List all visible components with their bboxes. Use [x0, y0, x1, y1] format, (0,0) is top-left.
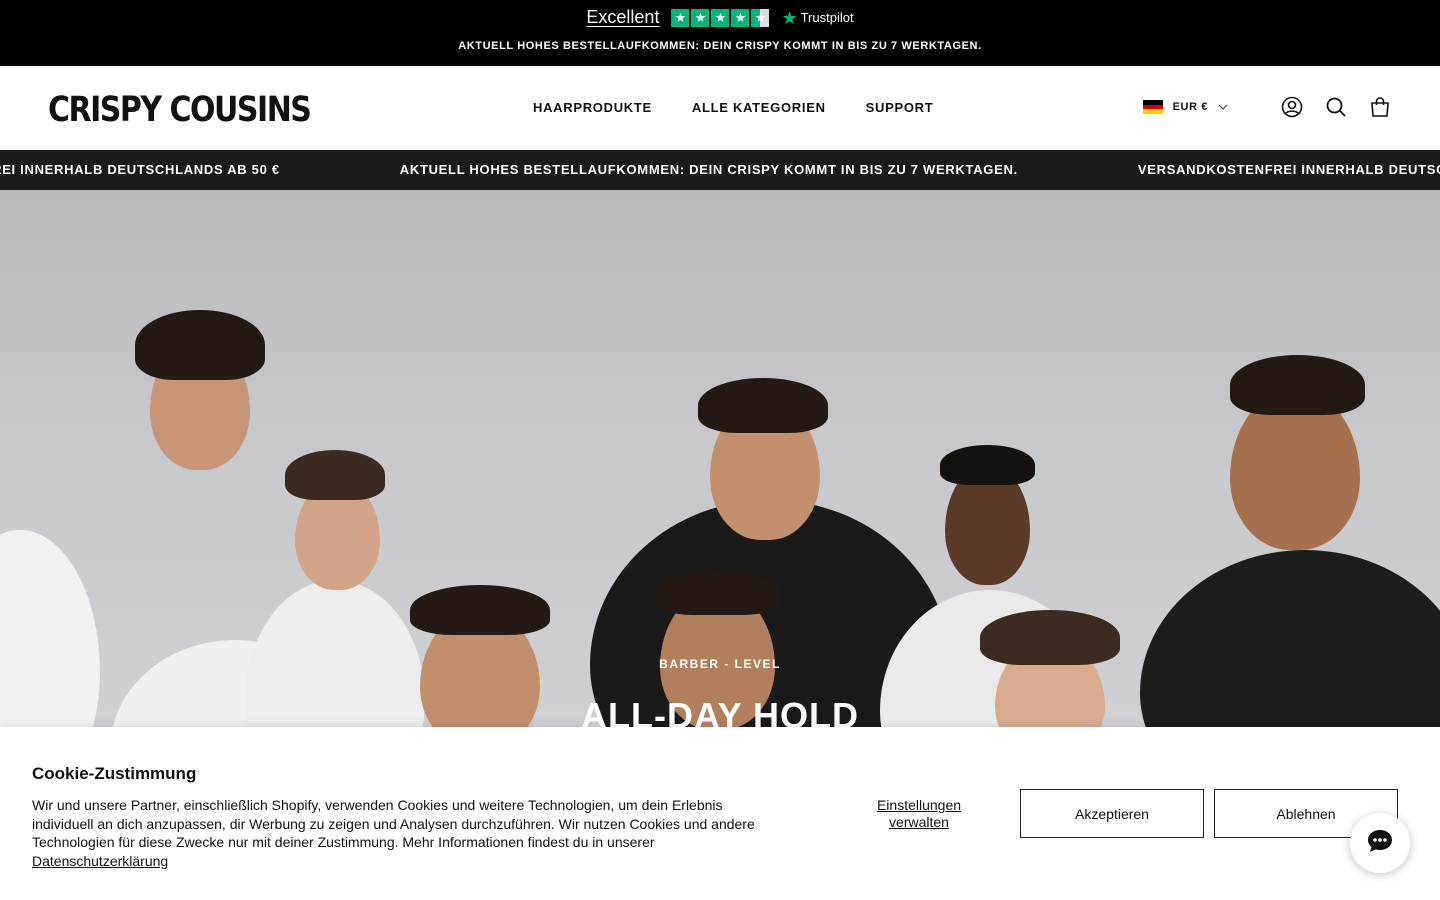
nav-item-support[interactable]: SUPPORT	[866, 100, 934, 115]
currency-label: EUR €	[1172, 101, 1208, 113]
cookie-text: Wir und unsere Partner, einschließlich S…	[32, 797, 755, 850]
half-star-icon: ★	[751, 8, 770, 27]
germany-flag-icon	[1142, 100, 1163, 115]
cart-icon[interactable]	[1368, 95, 1392, 119]
privacy-policy-link[interactable]: Datenschutzerklärung	[32, 853, 168, 869]
nav-item-alle-kategorien[interactable]: ALLE KATEGORIEN	[692, 100, 826, 115]
marquee-item: AKTUELL HOHES BESTELLAUFKOMMEN: DEIN CRI…	[399, 162, 1018, 177]
announcement-message: AKTUELL HOHES BESTELLAUFKOMMEN: DEIN CRI…	[458, 40, 982, 52]
manage-settings-link[interactable]: Einstellungen verwalten	[858, 797, 980, 831]
announcement-bar: Excellent ★ ★ ★ ★ ★ ★ Trustpilot AKTUELL…	[0, 0, 1440, 66]
marquee-item: ENFREI INNERHALB DEUTSCHLANDS AB 50 €	[0, 162, 280, 177]
cookie-banner: Cookie-Zustimmung Wir und unsere Partner…	[0, 727, 1440, 900]
star-icon: ★	[691, 8, 710, 27]
star-icon: ★	[711, 8, 730, 27]
hero-eyebrow: BARBER - LEVEL	[659, 657, 781, 671]
account-icon[interactable]	[1280, 95, 1304, 119]
trustpilot-logo: ★ Trustpilot	[781, 9, 853, 27]
marquee-track: ENFREI INNERHALB DEUTSCHLANDS AB 50 € AK…	[0, 162, 1440, 177]
cookie-title: Cookie-Zustimmung	[32, 764, 197, 783]
search-icon[interactable]	[1324, 95, 1348, 119]
chat-bubble-icon	[1366, 828, 1394, 859]
marquee-item: VERSANDKOSTENFREI INNERHALB DEUTSCHLANDS…	[1137, 162, 1440, 177]
currency-selector[interactable]: EUR €	[1142, 100, 1228, 115]
site-header: CRISPY COUSINS HAARPRODUKTE ALLE KATEGOR…	[0, 66, 1440, 150]
trustpilot-widget[interactable]: Excellent ★ ★ ★ ★ ★ ★ Trustpilot	[0, 7, 1440, 28]
shipping-marquee: ENFREI INNERHALB DEUTSCHLANDS AB 50 € AK…	[0, 150, 1440, 190]
star-icon: ★	[731, 8, 750, 27]
cookie-description: Wir und unsere Partner, einschließlich S…	[32, 796, 772, 870]
logo[interactable]: CRISPY COUSINS	[48, 90, 312, 130]
trustpilot-brand-label: Trustpilot	[800, 10, 854, 25]
chat-button[interactable]	[1350, 813, 1410, 873]
nav-item-haarprodukte[interactable]: HAARPRODUKTE	[533, 100, 652, 115]
header-tools: EUR €	[1142, 95, 1392, 119]
main-nav: HAARPRODUKTE ALLE KATEGORIEN SUPPORT	[533, 100, 933, 115]
trustpilot-rating-text[interactable]: Excellent	[586, 7, 659, 28]
accept-button[interactable]: Akzeptieren	[1020, 789, 1204, 838]
trustpilot-stars: ★ ★ ★ ★ ★	[671, 8, 770, 27]
chevron-down-icon	[1218, 102, 1228, 113]
hero-banner[interactable]: BARBER - LEVEL ALL-DAY HOLD	[0, 190, 1440, 727]
trustpilot-star-icon: ★	[781, 7, 798, 28]
star-icon: ★	[671, 8, 690, 27]
hero-title: ALL-DAY HOLD	[580, 695, 859, 727]
